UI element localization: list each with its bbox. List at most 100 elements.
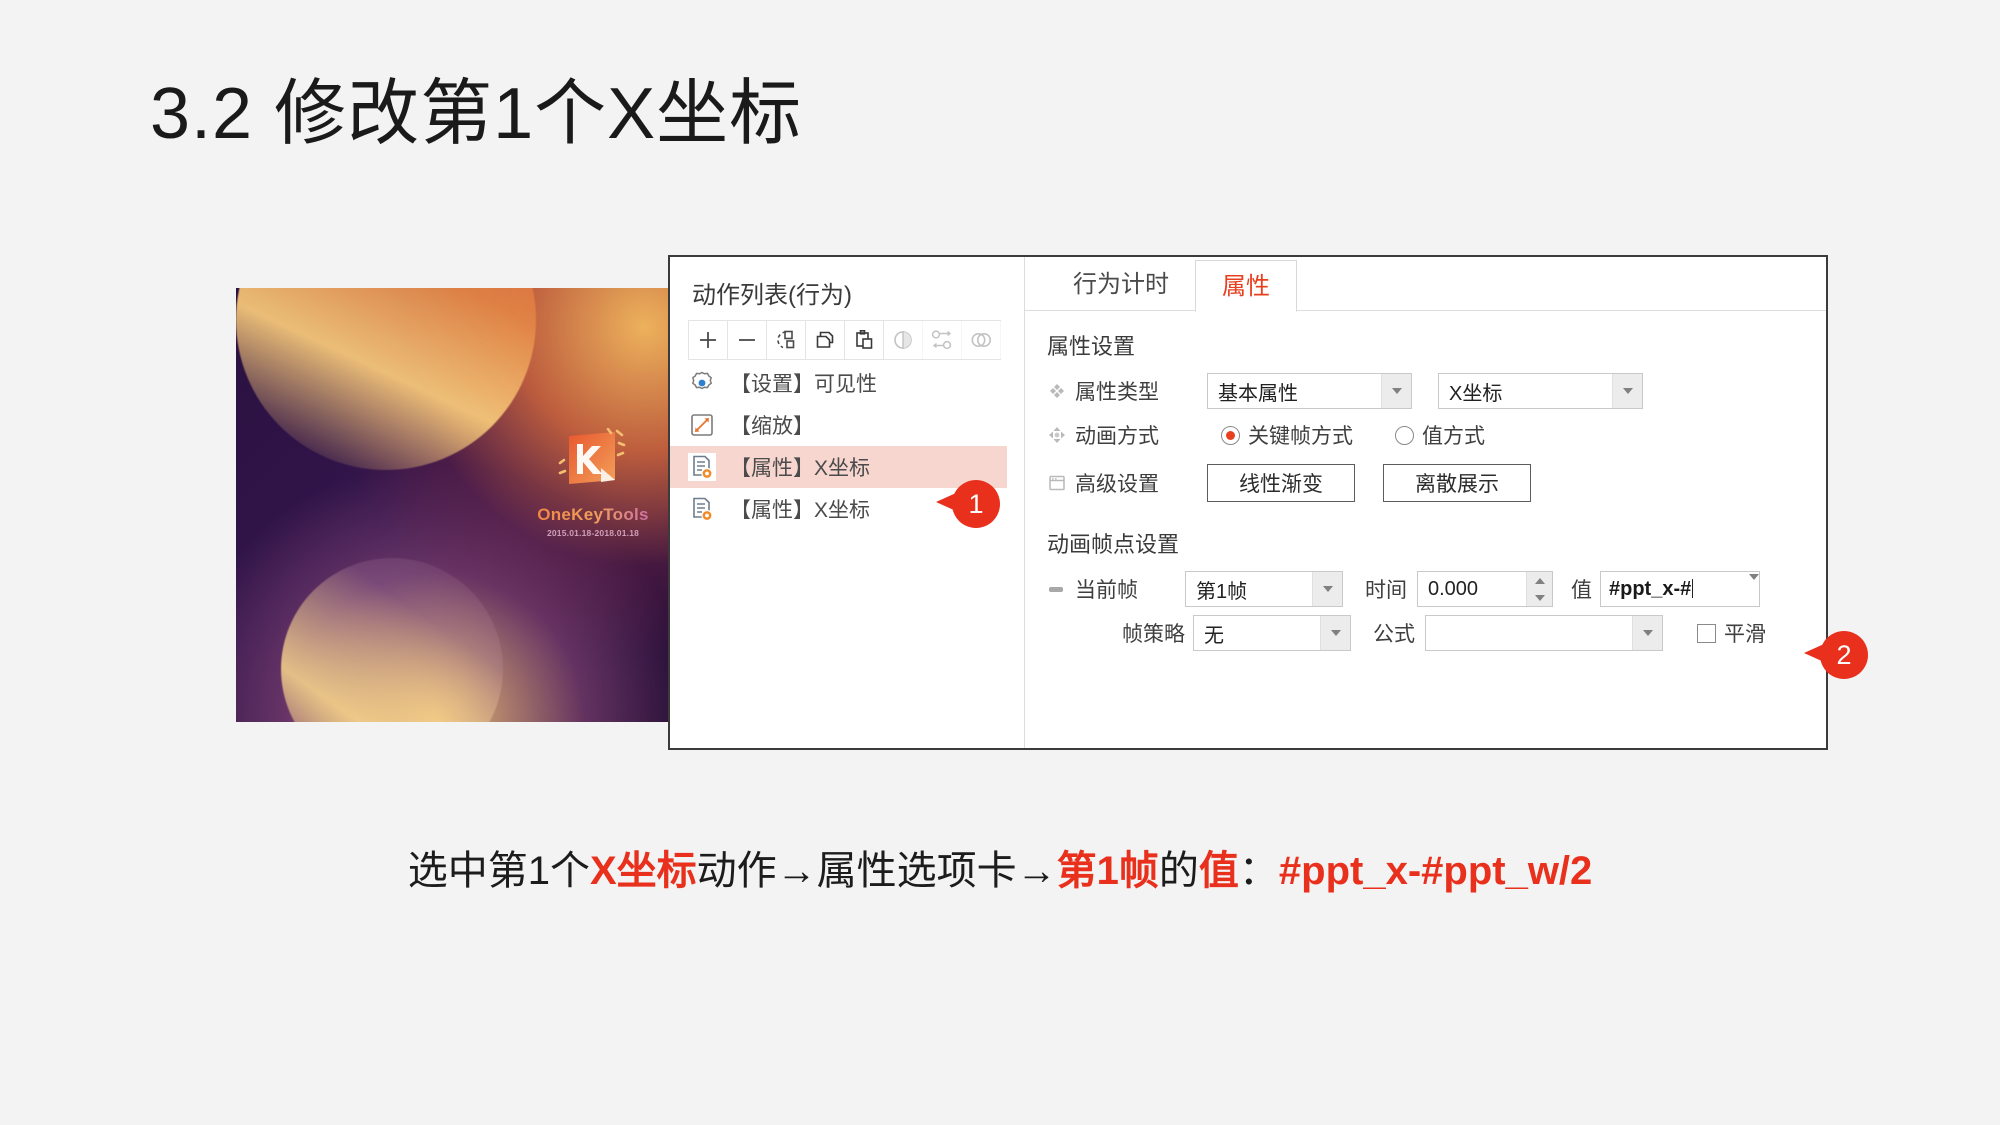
smooth-checkbox-wrap[interactable]: 平滑 — [1697, 618, 1766, 648]
select-shape-icon[interactable] — [767, 321, 806, 359]
tab-properties[interactable]: 属性 — [1195, 260, 1297, 312]
merge-icon — [962, 321, 1001, 359]
frame-strategy-value: 无 — [1204, 624, 1224, 647]
tab-underline — [1025, 310, 1826, 311]
caption-part4: ： — [1238, 849, 1279, 893]
radio-unselected-icon[interactable] — [1395, 425, 1414, 445]
stepper-down-icon — [1534, 594, 1545, 601]
property-settings-title: 属性设置 — [1047, 334, 1136, 359]
caption-highlight-1: X坐标 — [589, 849, 697, 893]
action-item-label: 【属性】X坐标 — [730, 499, 871, 522]
property-icon — [688, 495, 716, 523]
frame-strategy-select[interactable]: 无 — [1193, 615, 1351, 651]
time-field[interactable]: 0.000 — [1417, 571, 1553, 607]
property-category-select[interactable]: 基本属性 — [1207, 373, 1412, 409]
callout-badge-1: 1 — [936, 480, 1000, 528]
property-icon — [688, 453, 716, 481]
properties-panel: 行为计时 属性 属性设置 属性类型 基本属性 X坐标 动画方式 关键帧方式 值方… — [1025, 257, 1826, 748]
value-text: #ppt_x-# — [1609, 577, 1692, 600]
caption-highlight-2: 第1帧 — [1056, 849, 1159, 893]
paste-icon[interactable] — [845, 321, 884, 359]
chevron-down-icon[interactable] — [1749, 574, 1759, 598]
value-label: 值 — [1571, 579, 1592, 602]
caption-highlight-4: #ppt_x-#ppt_w/2 — [1278, 849, 1593, 893]
current-frame-row: 当前帧 第1帧 时间 0.000 值 #ppt_x-# — [1047, 567, 1826, 611]
action-item-label: 【属性】X坐标 — [730, 457, 871, 480]
time-stepper[interactable] — [1526, 572, 1552, 606]
smooth-label: 平滑 — [1724, 623, 1766, 646]
caption: 选中第1个X坐标动作→属性选项卡→第1帧的值：#ppt_x-#ppt_w/2 — [0, 838, 2000, 896]
frame-strategy-label: 帧策略 — [1122, 623, 1185, 646]
frame-strategy-row: 帧策略 无 公式 平滑 — [1047, 611, 1826, 655]
animation-properties-dialog: 动作列表(行为) 【设置】可见性 【缩放】 【属性】X坐标 【属性】X坐标 行为… — [668, 255, 1828, 750]
page-title: 3.2 修改第1个X坐标 — [150, 74, 803, 154]
linear-gradient-button[interactable]: 线性渐变 — [1207, 464, 1355, 502]
brand-logo: OneKeyTools 2015.01.18-2018.01.18 — [528, 427, 658, 538]
tab-behavior-timing[interactable]: 行为计时 — [1047, 259, 1195, 311]
caption-highlight-3: 值 — [1198, 849, 1239, 893]
advanced-settings-label: 高级设置 — [1075, 473, 1159, 496]
action-item-selected[interactable]: 【属性】X坐标 — [670, 446, 1007, 488]
chevron-down-icon[interactable] — [1312, 572, 1342, 606]
promo-image: OneKeyTools 2015.01.18-2018.01.18 — [236, 288, 680, 722]
brand-dates: 2015.01.18-2018.01.18 — [546, 528, 640, 538]
action-item[interactable]: 【设置】可见性 — [670, 362, 1007, 404]
radio-keyframe-mode[interactable]: 关键帧方式 — [1221, 420, 1353, 450]
property-type-label: 属性类型 — [1075, 381, 1159, 404]
formula-select[interactable] — [1425, 615, 1663, 651]
current-frame-label: 当前帧 — [1075, 579, 1138, 602]
current-frame-select[interactable]: 第1帧 — [1185, 571, 1343, 607]
diamond-icon — [1047, 381, 1067, 401]
radio-selected-icon[interactable] — [1221, 425, 1240, 445]
tab-bar: 行为计时 属性 — [1025, 257, 1826, 312]
keyframe-settings-title: 动画帧点设置 — [1047, 532, 1180, 557]
caption-part1: 选中第1个 — [407, 849, 590, 893]
property-type-row: 属性类型 基本属性 X坐标 — [1047, 369, 1826, 413]
animation-mode-row: 动画方式 关键帧方式 值方式 — [1047, 413, 1826, 457]
current-frame-value: 第1帧 — [1196, 580, 1248, 603]
frame-icon — [1047, 582, 1067, 596]
chevron-down-icon[interactable] — [1381, 374, 1411, 408]
text-cursor — [1692, 578, 1694, 598]
radio-value-label: 值方式 — [1422, 425, 1485, 448]
callout-badge-2: 2 — [1804, 631, 1868, 679]
caption-part3: 的 — [1158, 849, 1199, 893]
action-item-label: 【设置】可见性 — [730, 373, 877, 396]
swap-icon — [923, 321, 962, 359]
property-target-select[interactable]: X坐标 — [1438, 373, 1643, 409]
value-field[interactable]: #ppt_x-# — [1600, 571, 1760, 607]
copy-icon[interactable] — [806, 321, 845, 359]
mirror-icon — [884, 321, 923, 359]
decorative-circle-large — [236, 288, 536, 470]
brand-name: OneKeyTools — [528, 505, 658, 525]
action-list-toolbar — [688, 320, 1001, 360]
property-target-value: X坐标 — [1449, 382, 1503, 405]
action-list-title: 动作列表(行为) — [692, 282, 852, 309]
chevron-down-icon[interactable] — [1612, 374, 1642, 408]
radio-value-mode[interactable]: 值方式 — [1395, 420, 1485, 450]
onekeytools-logo-icon — [557, 427, 629, 500]
gear-icon — [688, 369, 716, 397]
decorative-circle-small — [281, 558, 503, 722]
chevron-down-icon[interactable] — [1320, 616, 1350, 650]
chevron-down-icon[interactable] — [1632, 616, 1662, 650]
action-item[interactable]: 【缩放】 — [670, 404, 1007, 446]
time-value: 0.000 — [1428, 577, 1479, 600]
discrete-display-button[interactable]: 离散展示 — [1383, 464, 1531, 502]
animation-mode-label: 动画方式 — [1075, 425, 1159, 448]
action-item-label: 【缩放】 — [730, 415, 814, 438]
stepper-up-icon — [1534, 577, 1545, 584]
caption-part2: 动作→属性选项卡→ — [696, 849, 1057, 893]
formula-label: 公式 — [1373, 623, 1415, 646]
move-icon — [1047, 425, 1067, 445]
scale-icon — [688, 411, 716, 439]
property-category-value: 基本属性 — [1218, 382, 1298, 405]
radio-keyframe-label: 关键帧方式 — [1248, 425, 1353, 448]
time-label: 时间 — [1365, 579, 1407, 602]
advanced-settings-row: 高级设置 线性渐变 离散展示 — [1047, 457, 1826, 509]
add-icon[interactable] — [689, 321, 728, 359]
properties-body: 属性设置 属性类型 基本属性 X坐标 动画方式 关键帧方式 值方式 高级设置 线… — [1047, 311, 1826, 655]
remove-icon[interactable] — [728, 321, 767, 359]
window-icon — [1047, 473, 1067, 493]
smooth-checkbox[interactable] — [1697, 623, 1716, 643]
